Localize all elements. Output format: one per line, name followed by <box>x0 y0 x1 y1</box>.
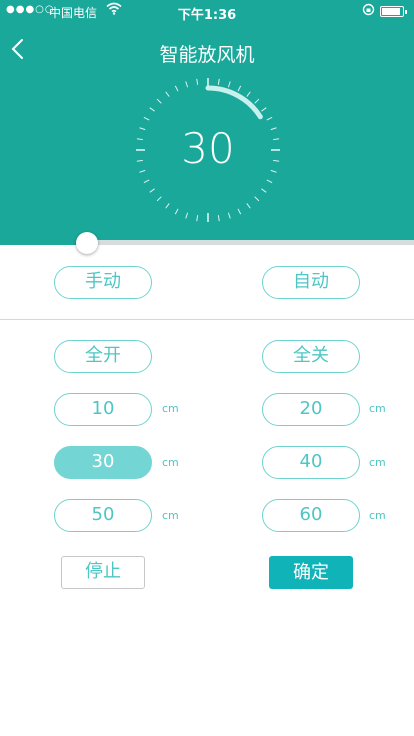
dial-tick <box>185 212 189 219</box>
auto-mode-button[interactable]: 自动 <box>262 266 360 299</box>
preset-unit: cm <box>369 509 386 522</box>
preset-10-button[interactable]: 10 <box>54 393 152 426</box>
preset-20-button[interactable]: 20 <box>262 393 360 426</box>
dial-tick <box>165 203 170 209</box>
orientation-lock-icon <box>362 3 375 19</box>
preset-50-button[interactable]: 50 <box>54 499 152 532</box>
dial-tick <box>266 116 273 121</box>
dial-tick <box>217 78 220 85</box>
dial-progress-arc <box>205 85 263 120</box>
dial-tick <box>149 107 155 112</box>
dial-tick <box>174 208 179 215</box>
dial-tick <box>261 188 267 193</box>
dial-tick <box>185 81 189 88</box>
divider <box>0 319 414 320</box>
screen: ●●●○○ 中国电信 下午1:36 智能放风机 30 手动 自动 全开 全关 1… <box>0 0 414 736</box>
dial-tick <box>156 196 162 202</box>
preset-unit: cm <box>369 402 386 415</box>
dial-tick <box>261 107 267 112</box>
battery-icon <box>380 6 407 17</box>
preset-unit: cm <box>369 456 386 469</box>
dial-tick <box>254 98 260 104</box>
stop-button[interactable]: 停止 <box>61 556 145 589</box>
dial-tick <box>156 98 162 104</box>
dial-tick <box>174 85 179 92</box>
dial-tick <box>149 188 155 193</box>
dial-tick <box>196 215 199 222</box>
preset-unit: cm <box>162 509 179 522</box>
dial-tick <box>237 85 242 92</box>
preset-30-button[interactable]: 30 <box>54 446 152 479</box>
dial-tick <box>227 81 231 88</box>
dial-value: 30 <box>181 124 235 173</box>
dial-tick <box>246 91 251 97</box>
dial-tick <box>246 203 251 209</box>
page-title: 智能放风机 <box>159 44 255 66</box>
dial-tick <box>143 179 150 184</box>
dial-tick <box>266 179 273 184</box>
dial-tick <box>165 91 170 97</box>
confirm-button[interactable]: 确定 <box>269 556 353 589</box>
dial-tick <box>227 212 231 219</box>
clock: 下午1:36 <box>177 8 237 23</box>
preset-unit: cm <box>162 456 179 469</box>
preset-unit: cm <box>162 402 179 415</box>
dial-tick <box>196 78 199 85</box>
status-bar: ●●●○○ 中国电信 下午1:36 <box>0 0 414 23</box>
slider-thumb[interactable] <box>76 232 98 254</box>
manual-mode-button[interactable]: 手动 <box>54 266 152 299</box>
dial-tick <box>143 116 150 121</box>
preset-40-button[interactable]: 40 <box>262 446 360 479</box>
dial-tick <box>237 208 242 215</box>
dial-tick <box>217 215 220 222</box>
slider-fill <box>0 240 87 245</box>
header: ●●●○○ 中国电信 下午1:36 智能放风机 30 <box>0 0 414 244</box>
preset-60-button[interactable]: 60 <box>262 499 360 532</box>
dial-tick <box>254 196 260 202</box>
all-close-button[interactable]: 全关 <box>262 340 360 373</box>
all-open-button[interactable]: 全开 <box>54 340 152 373</box>
